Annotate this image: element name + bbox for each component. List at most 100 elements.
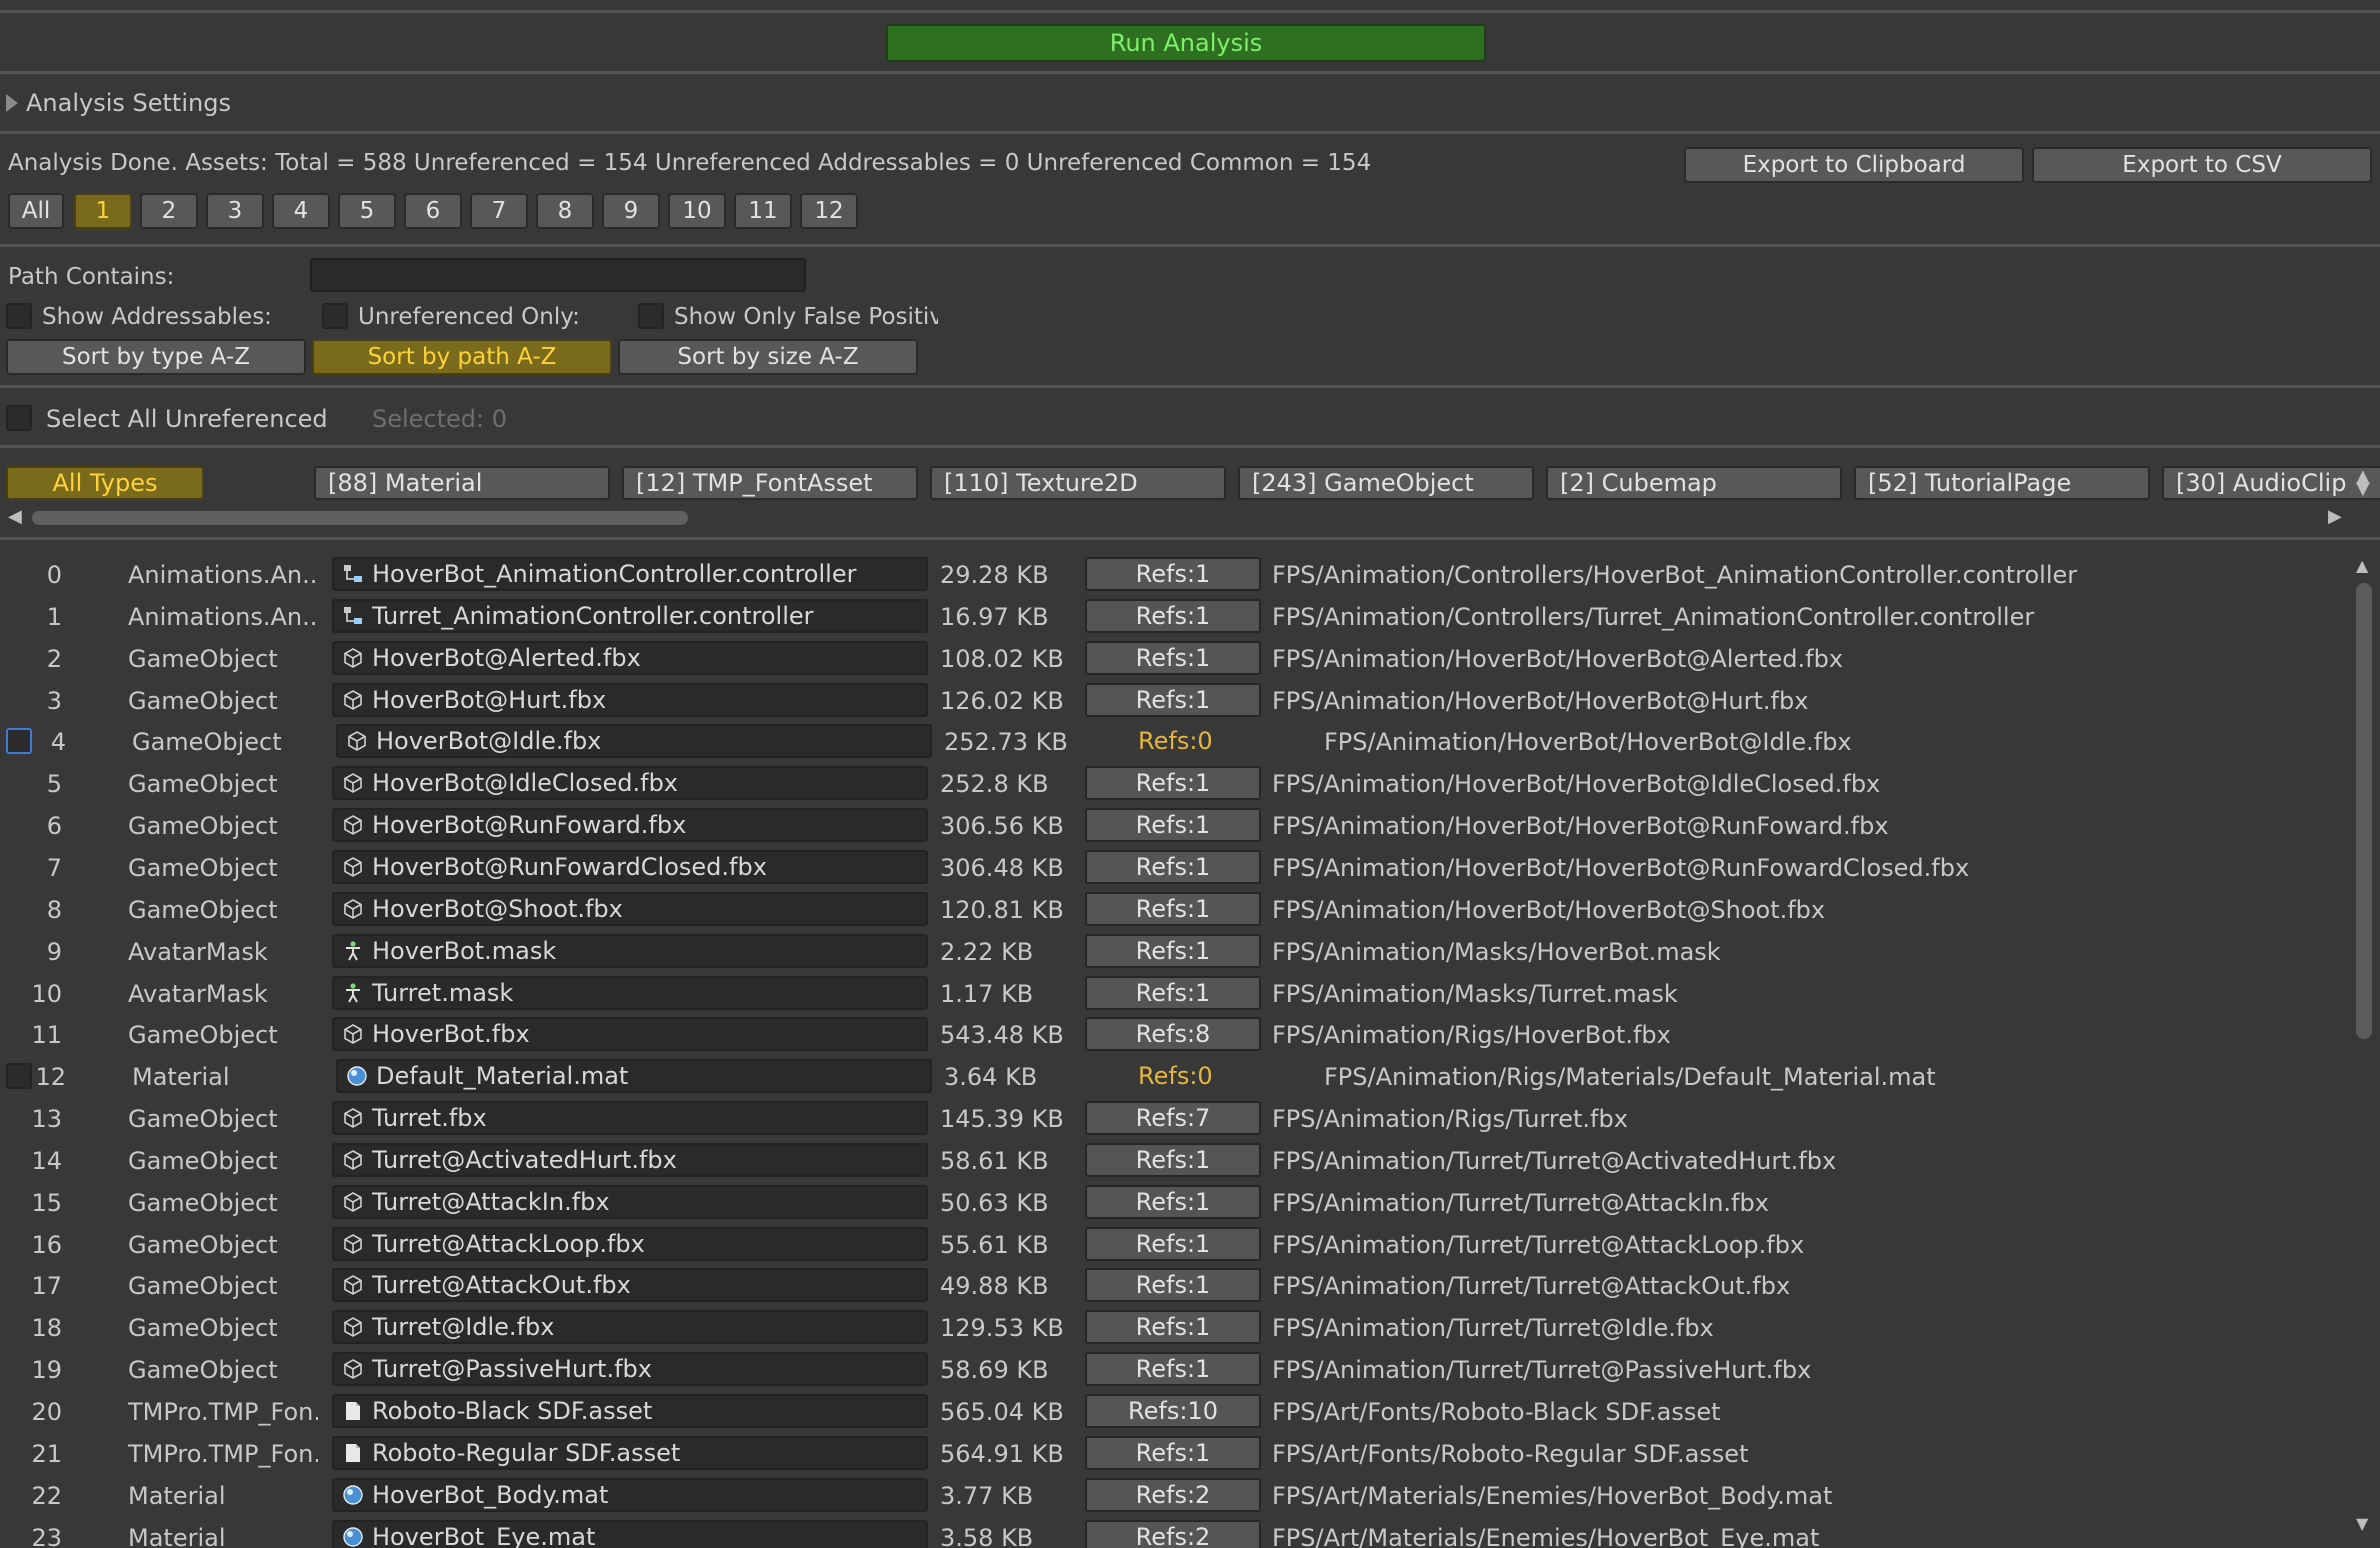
asset-row[interactable]: 1 Animations.An.. Turret_AnimationControll…	[0, 595, 2340, 637]
asset-object-field[interactable]: Turret@AttackOut.fbx	[332, 1268, 928, 1303]
refs-button[interactable]: Refs:1	[1085, 557, 1261, 591]
refs-button[interactable]: Refs:7	[1085, 1101, 1261, 1136]
select-all-unreferenced-checkbox[interactable]	[6, 405, 32, 431]
asset-object-field[interactable]: HoverBot_Body.mat	[332, 1477, 928, 1512]
refs-button[interactable]: Refs:1	[1085, 1184, 1261, 1219]
type-tab[interactable]: [243] GameObject	[1238, 466, 1534, 500]
refs-button[interactable]: Refs:1	[1085, 1435, 1261, 1470]
asset-row[interactable]: 8 GameObject HoverBot@Shoot.fbx 120.81 KB Re…	[0, 888, 2340, 930]
refs-button[interactable]: Refs:1	[1085, 1310, 1261, 1345]
refs-button[interactable]: Refs:1	[1085, 849, 1261, 884]
asset-row[interactable]: 22 Material HoverBot_Body.mat 3.77 KB Refs:2…	[0, 1474, 2340, 1516]
asset-row[interactable]: 4 GameObject HoverBot@Idle.fbx 252.73 KB Ref…	[0, 720, 2340, 762]
type-tab[interactable]: [30] AudioClip	[2162, 466, 2380, 500]
asset-object-field[interactable]: HoverBot@Alerted.fbx	[332, 640, 928, 675]
asset-object-field[interactable]: HoverBot.fbx	[332, 1017, 928, 1052]
refs-button[interactable]: Refs:1	[1085, 598, 1261, 633]
refs-button[interactable]: Refs:1	[1085, 640, 1261, 675]
page-button-11[interactable]: 11	[734, 193, 792, 229]
sort-path-button[interactable]: Sort by path A-Z	[312, 339, 612, 375]
asset-object-field[interactable]: Turret.mask	[332, 975, 928, 1010]
asset-object-field[interactable]: Turret@ActivatedHurt.fbx	[332, 1142, 928, 1177]
asset-row[interactable]: 20 TMPro.TMP_Fon.. Roboto-Black SDF.asset 5…	[0, 1390, 2340, 1432]
refs-button[interactable]: Refs:1	[1085, 1142, 1261, 1177]
page-button-2[interactable]: 2	[140, 193, 198, 229]
refs-button[interactable]: Refs:2	[1085, 1477, 1261, 1512]
refs-button[interactable]: Refs:1	[1085, 682, 1261, 717]
refs-button[interactable]: Refs:1	[1085, 766, 1261, 801]
page-button-6[interactable]: 6	[404, 193, 462, 229]
page-button-9[interactable]: 9	[602, 193, 660, 229]
asset-row[interactable]: 10 AvatarMask Turret.mask 1.17 KB Refs:1 FPS/…	[0, 972, 2340, 1014]
asset-row[interactable]: 7 GameObject HoverBot@RunFowardClosed.fbx 3…	[0, 846, 2340, 888]
asset-object-field[interactable]: Turret@PassiveHurt.fbx	[332, 1352, 928, 1387]
page-button-10[interactable]: 10	[668, 193, 726, 229]
asset-row[interactable]: 5 GameObject HoverBot@IdleClosed.fbx 252.8 …	[0, 762, 2340, 804]
export-csv-button[interactable]: Export to CSV	[2032, 147, 2372, 183]
asset-object-field[interactable]: Default_Material.mat	[336, 1059, 932, 1094]
refs-button[interactable]: Refs:8	[1085, 1017, 1261, 1052]
asset-row[interactable]: 21 TMPro.TMP_Fon.. Roboto-Regular SDF.asse…	[0, 1432, 2340, 1474]
asset-object-field[interactable]: Roboto-Regular SDF.asset	[332, 1435, 928, 1470]
refs-button[interactable]: Refs:1	[1085, 1268, 1261, 1303]
asset-row[interactable]: 15 GameObject Turret@AttackIn.fbx 50.63 KB R…	[0, 1181, 2340, 1223]
asset-object-field[interactable]: HoverBot.mask	[332, 933, 928, 968]
asset-object-field[interactable]: HoverBot@IdleClosed.fbx	[332, 766, 928, 801]
asset-object-field[interactable]: Turret_AnimationController.controller	[332, 598, 928, 633]
sort-size-button[interactable]: Sort by size A-Z	[618, 339, 918, 375]
asset-row[interactable]: 0 Animations.An.. HoverBot_AnimationContro…	[0, 553, 2340, 595]
page-button-7[interactable]: 7	[470, 193, 528, 229]
asset-object-field[interactable]: Turret@Idle.fbx	[332, 1310, 928, 1345]
type-tab[interactable]: [2] Cubemap	[1546, 466, 1842, 500]
refs-button[interactable]: Refs:1	[1085, 808, 1261, 843]
asset-object-field[interactable]: HoverBot@Hurt.fbx	[332, 682, 928, 717]
page-button-5[interactable]: 5	[338, 193, 396, 229]
tabs-horizontal-scrollbar[interactable]: ◀ ▶	[0, 505, 2346, 529]
asset-row[interactable]: 19 GameObject Turret@PassiveHurt.fbx 58.69 …	[0, 1348, 2340, 1390]
export-clipboard-button[interactable]: Export to Clipboard	[1684, 147, 2024, 183]
asset-row[interactable]: 12 Material Default_Material.mat 3.64 KB Ref…	[0, 1055, 2340, 1097]
asset-object-field[interactable]: HoverBot@Idle.fbx	[336, 724, 932, 759]
asset-row[interactable]: 14 GameObject Turret@ActivatedHurt.fbx 58.6…	[0, 1139, 2340, 1181]
asset-row[interactable]: 9 AvatarMask HoverBot.mask 2.22 KB Refs:1 FPS…	[0, 930, 2340, 972]
refs-button[interactable]: Refs:1	[1085, 891, 1261, 926]
analysis-settings-foldout[interactable]: Analysis Settings	[6, 89, 231, 117]
asset-row[interactable]: 11 GameObject HoverBot.fbx 543.48 KB Refs:8 F…	[0, 1013, 2340, 1055]
asset-object-field[interactable]: HoverBot@RunFowardClosed.fbx	[332, 849, 928, 884]
list-scroll-down-icon[interactable]: ▼	[2356, 1515, 2368, 1533]
path-contains-input[interactable]	[310, 258, 806, 292]
page-button-12[interactable]: 12	[800, 193, 858, 229]
type-tab-all[interactable]: All Types	[6, 466, 204, 500]
list-scroll-up-icon[interactable]: ▲	[2356, 557, 2368, 575]
asset-row[interactable]: 6 GameObject HoverBot@RunFoward.fbx 306.56 …	[0, 804, 2340, 846]
list-vertical-scrollbar[interactable]: ▲ ▼	[2352, 553, 2378, 1543]
asset-row[interactable]: 18 GameObject Turret@Idle.fbx 129.53 KB Refs…	[0, 1306, 2340, 1348]
horizontal-scroll-thumb[interactable]	[32, 511, 688, 525]
refs-button[interactable]: Refs:1	[1085, 975, 1261, 1010]
asset-object-field[interactable]: Turret@AttackIn.fbx	[332, 1184, 928, 1219]
refs-button[interactable]: Refs:1	[1085, 933, 1261, 968]
page-button-4[interactable]: 4	[272, 193, 330, 229]
type-tab[interactable]: [52] TutorialPage	[1854, 466, 2150, 500]
show-false-positives-checkbox[interactable]	[638, 303, 664, 329]
asset-row[interactable]: 23 Material HoverBot_Eye.mat 3.58 KB Refs:2 F…	[0, 1516, 2340, 1548]
asset-object-field[interactable]: HoverBot@Shoot.fbx	[332, 891, 928, 926]
scroll-left-icon[interactable]: ◀	[8, 508, 22, 526]
show-addressables-checkbox[interactable]	[6, 303, 32, 329]
asset-object-field[interactable]: HoverBot@RunFoward.fbx	[332, 808, 928, 843]
asset-object-field[interactable]: Turret@AttackLoop.fbx	[332, 1226, 928, 1261]
asset-row[interactable]: 3 GameObject HoverBot@Hurt.fbx 126.02 KB Ref…	[0, 679, 2340, 721]
page-button-1[interactable]: 1	[74, 193, 132, 229]
asset-row[interactable]: 17 GameObject Turret@AttackOut.fbx 49.88 KB…	[0, 1264, 2340, 1306]
asset-row[interactable]: 13 GameObject Turret.fbx 145.39 KB Refs:7 FPS…	[0, 1097, 2340, 1139]
refs-button[interactable]: Refs:1	[1085, 1352, 1261, 1387]
page-button-all[interactable]: All	[8, 193, 64, 229]
asset-object-field[interactable]: HoverBot_Eye.mat	[332, 1519, 928, 1548]
asset-row[interactable]: 16 GameObject Turret@AttackLoop.fbx 55.61 K…	[0, 1223, 2340, 1265]
unreferenced-only-checkbox[interactable]	[322, 303, 348, 329]
refs-button[interactable]: Refs:10	[1085, 1394, 1261, 1428]
page-button-3[interactable]: 3	[206, 193, 264, 229]
tabs-scroll-down-icon[interactable]: ▼	[2356, 480, 2370, 498]
asset-object-field[interactable]: Turret.fbx	[332, 1101, 928, 1136]
refs-button[interactable]: Refs:1	[1085, 1226, 1261, 1261]
